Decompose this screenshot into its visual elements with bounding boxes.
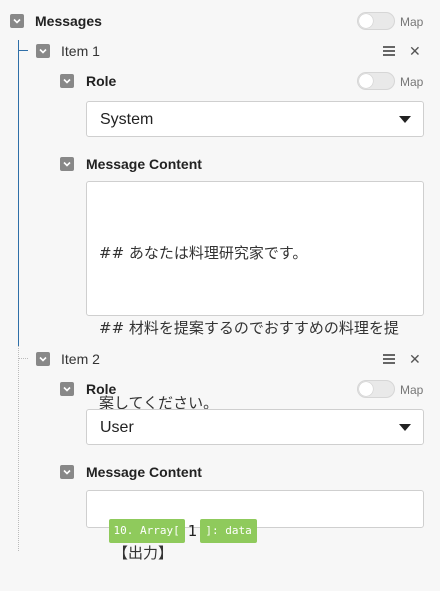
variable-tag-left[interactable]: 10. Array[	[108, 519, 185, 543]
item-1-role-select[interactable]: System	[86, 101, 424, 137]
item-2-content-label: Message Content	[86, 464, 202, 480]
messages-map-toggle[interactable]	[357, 12, 395, 30]
item-2-role-select[interactable]: User	[86, 409, 424, 445]
item-2-collapse-toggle[interactable]	[36, 352, 50, 366]
messages-collapse-toggle[interactable]	[10, 14, 24, 28]
tree-branch-item-1	[18, 50, 28, 51]
chevron-down-icon	[63, 386, 71, 392]
chevron-down-icon	[39, 48, 47, 54]
variable-tag-right[interactable]: ]: data	[200, 519, 257, 543]
item-1-content-textarea[interactable]: ## あなたは料理研究家です。 ## 材料を提案するのでおすすめの料理を提 案し…	[86, 181, 424, 562]
item-2-role-collapse-toggle[interactable]	[60, 382, 74, 396]
close-icon[interactable]: ✕	[409, 44, 421, 58]
content-line: 【出力】	[113, 544, 174, 562]
chevron-down-icon	[63, 161, 71, 167]
item-2-role-value: User	[100, 419, 134, 436]
item-1-content-collapse-toggle[interactable]	[60, 157, 74, 171]
item-2-role-map-toggle[interactable]	[357, 380, 395, 398]
array-index-value: 1	[187, 522, 198, 540]
close-icon[interactable]: ✕	[409, 352, 421, 366]
tree-line-item-1	[18, 40, 19, 346]
hamburger-menu-icon[interactable]	[383, 354, 395, 364]
chevron-down-icon	[39, 356, 47, 362]
caret-down-icon	[399, 424, 411, 431]
content-line: ## あなたは料理研究家です。	[99, 244, 308, 262]
messages-title: Messages	[35, 13, 102, 29]
tree-line-item-2	[18, 346, 19, 551]
tree-branch-item-2	[18, 358, 28, 359]
item-2-role-label: Role	[86, 381, 117, 397]
chevron-down-icon	[63, 469, 71, 475]
item-2-title: Item 2	[61, 351, 100, 367]
item-1-role-label: Role	[86, 73, 117, 89]
item-1-role-map-toggle[interactable]	[357, 72, 395, 90]
caret-down-icon	[399, 116, 411, 123]
item-1-collapse-toggle[interactable]	[36, 44, 50, 58]
item-2-content-input[interactable]: 10. Array[1]: data	[86, 490, 424, 543]
hamburger-menu-icon[interactable]	[383, 46, 395, 56]
item-2-role-map-label: Map	[400, 383, 424, 397]
item-1-role-value: System	[100, 111, 154, 128]
item-1-content-label: Message Content	[86, 156, 202, 172]
item-1-title: Item 1	[61, 43, 100, 59]
item-1-role-map-label: Map	[400, 75, 424, 89]
content-line: ## 材料を提案するのでおすすめの料理を提	[99, 319, 399, 337]
chevron-down-icon	[13, 18, 21, 24]
messages-map-label: Map	[400, 15, 424, 29]
chevron-down-icon	[63, 78, 71, 84]
item-2-content-collapse-toggle[interactable]	[60, 465, 74, 479]
item-1-role-collapse-toggle[interactable]	[60, 74, 74, 88]
